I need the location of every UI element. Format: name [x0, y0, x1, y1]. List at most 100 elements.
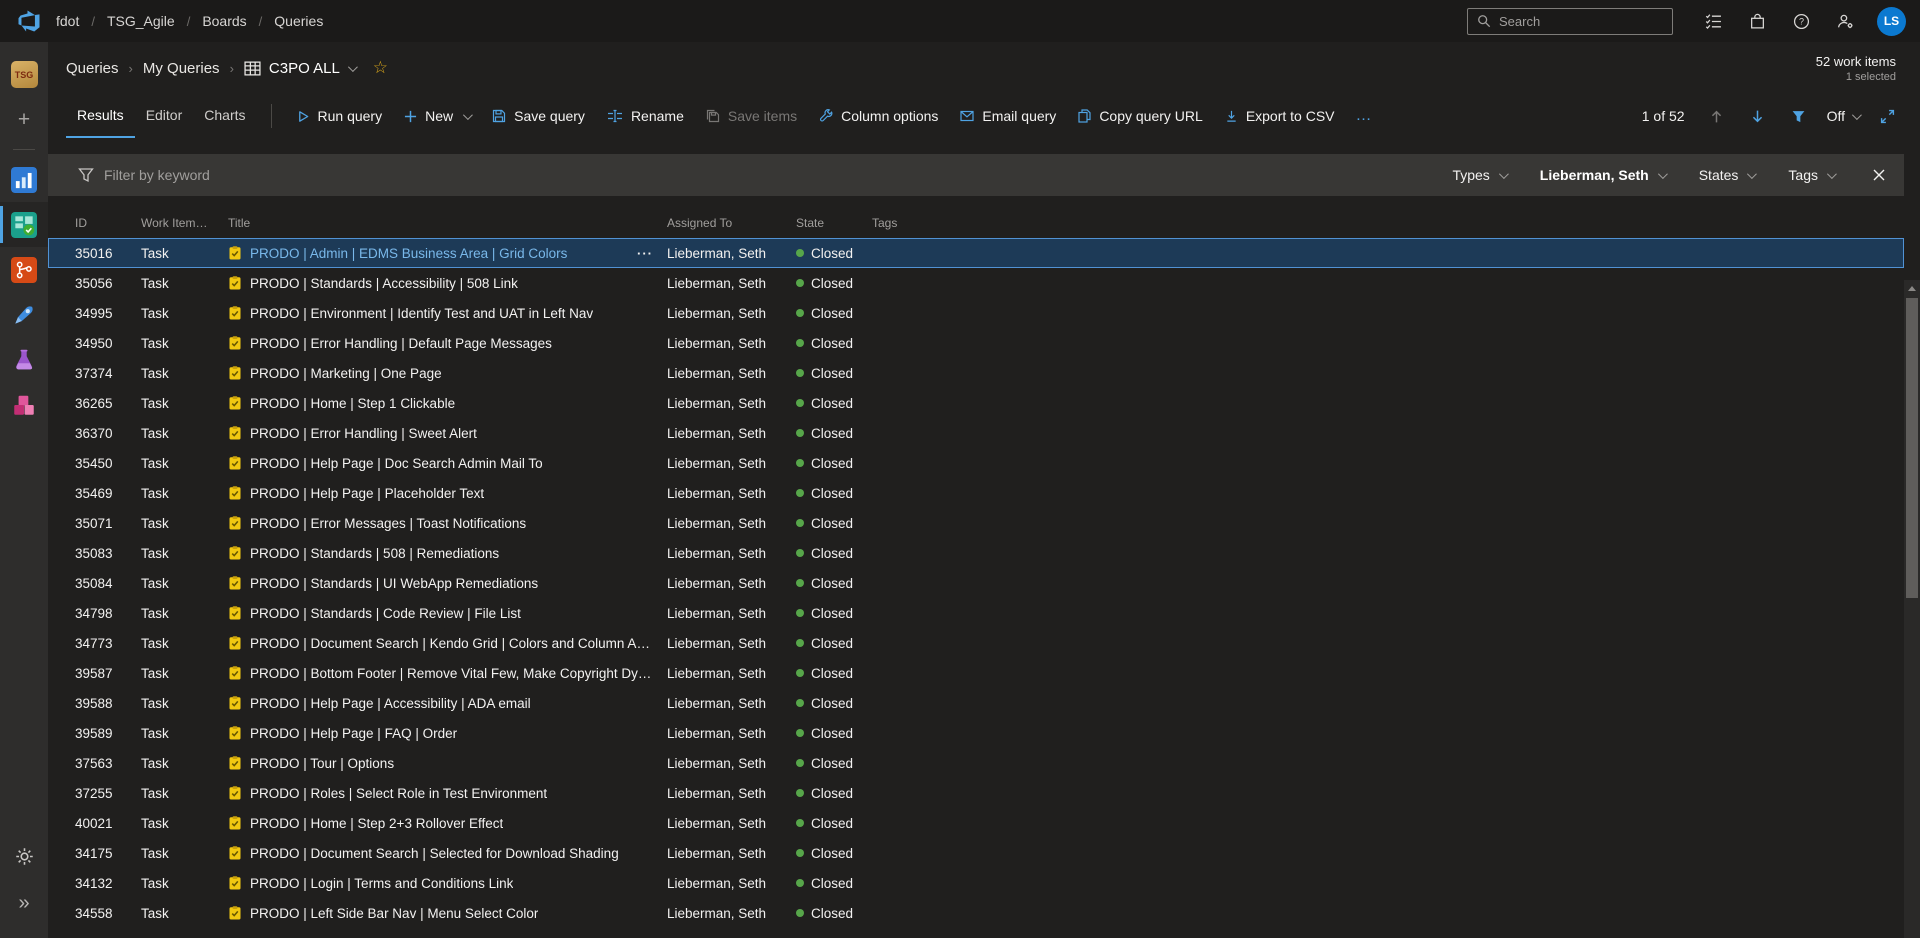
sidebar-item-pipelines[interactable]	[0, 292, 48, 337]
table-row[interactable]: 35056TaskPRODO | Standards | Accessibili…	[48, 268, 1904, 298]
save-items-button[interactable]: Save items	[695, 99, 808, 133]
filter-keyword-input[interactable]	[104, 167, 1452, 183]
column-options-button[interactable]: Column options	[808, 99, 949, 133]
user-settings-icon[interactable]	[1823, 0, 1867, 42]
work-item-title-link[interactable]: PRODO | Document Search | Kendo Grid | C…	[250, 636, 657, 651]
run-query-button[interactable]: Run query	[286, 99, 394, 133]
work-item-title-link[interactable]: PRODO | Home | Step 2+3 Rollover Effect	[250, 816, 503, 831]
sidebar-item-overview[interactable]	[0, 157, 48, 202]
column-header-work-item-type[interactable]: Work Item…	[141, 216, 228, 230]
breadcrumb-org[interactable]: fdot	[56, 13, 79, 29]
queries-link[interactable]: Queries	[66, 60, 119, 77]
work-item-title-link[interactable]: PRODO | Marketing | One Page	[250, 366, 442, 381]
save-query-button[interactable]: Save query	[481, 99, 596, 133]
work-item-title-link[interactable]: PRODO | Help Page | Placeholder Text	[250, 486, 484, 501]
breadcrumb-project[interactable]: TSG_Agile	[107, 13, 175, 29]
breadcrumb-queries[interactable]: Queries	[274, 13, 323, 29]
work-item-title-link[interactable]: PRODO | Standards | 508 | Remediations	[250, 546, 499, 561]
work-item-title-link[interactable]: PRODO | Standards | Code Review | File L…	[250, 606, 521, 621]
my-queries-link[interactable]: My Queries	[143, 60, 220, 77]
table-row[interactable]: 34798TaskPRODO | Standards | Code Review…	[48, 598, 1904, 628]
filter-states-dropdown[interactable]: States	[1699, 167, 1755, 183]
table-row[interactable]: 34995TaskPRODO | Environment | Identify …	[48, 298, 1904, 328]
filter-funnel-icon[interactable]	[1786, 103, 1812, 129]
rename-button[interactable]: Rename	[596, 99, 695, 133]
tab-results[interactable]: Results	[66, 94, 135, 138]
work-item-title-link[interactable]: PRODO | Error Messages | Toast Notificat…	[250, 516, 526, 531]
row-context-menu-button[interactable]: ···	[633, 246, 657, 261]
more-actions-button[interactable]: …	[1346, 107, 1384, 125]
breadcrumb-boards[interactable]: Boards	[202, 13, 246, 29]
sidebar-item-repos[interactable]	[0, 247, 48, 292]
work-item-title-link[interactable]: PRODO | Error Handling | Default Page Me…	[250, 336, 552, 351]
sidebar-item-artifacts[interactable]	[0, 382, 48, 427]
sidebar-item-add[interactable]: +	[0, 97, 48, 142]
email-query-button[interactable]: Email query	[949, 99, 1067, 133]
scroll-up-arrow-icon[interactable]	[1904, 280, 1920, 296]
copy-query-url-button[interactable]: Copy query URL	[1067, 99, 1214, 133]
table-row[interactable]: 36370TaskPRODO | Error Handling | Sweet …	[48, 418, 1904, 448]
table-row[interactable]: 34175TaskPRODO | Document Search | Selec…	[48, 838, 1904, 868]
query-name-dropdown[interactable]: C3PO ALL	[244, 60, 355, 77]
work-item-title-link[interactable]: PRODO | Help Page | Doc Search Admin Mai…	[250, 456, 543, 471]
new-button[interactable]: New	[393, 99, 481, 133]
project-settings-gear-icon[interactable]	[0, 834, 48, 879]
expand-sidebar-icon[interactable]: »	[0, 881, 48, 926]
table-row[interactable]: 34132TaskPRODO | Login | Terms and Condi…	[48, 868, 1904, 898]
work-item-title-link[interactable]: PRODO | Left Side Bar Nav | Menu Select …	[250, 906, 538, 921]
table-row[interactable]: 39589TaskPRODO | Help Page | FAQ | Order…	[48, 718, 1904, 748]
table-row[interactable]: 35469TaskPRODO | Help Page | Placeholder…	[48, 478, 1904, 508]
work-item-title-link[interactable]: PRODO | Admin | EDMS Business Area | Gri…	[250, 246, 567, 261]
azure-devops-logo-icon[interactable]	[16, 8, 42, 34]
filter-tags-dropdown[interactable]: Tags	[1788, 167, 1834, 183]
table-row[interactable]: 35084TaskPRODO | Standards | UI WebApp R…	[48, 568, 1904, 598]
work-item-title-link[interactable]: PRODO | Error Handling | Sweet Alert	[250, 426, 477, 441]
global-search-box[interactable]	[1467, 8, 1673, 35]
table-row[interactable]: 39587TaskPRODO | Bottom Footer | Remove …	[48, 658, 1904, 688]
global-search-input[interactable]	[1499, 14, 1675, 29]
table-row[interactable]: 36265TaskPRODO | Home | Step 1 Clickable…	[48, 388, 1904, 418]
sidebar-item-project[interactable]: TSG	[0, 52, 48, 97]
table-row[interactable]: 35450TaskPRODO | Help Page | Doc Search …	[48, 448, 1904, 478]
work-item-title-link[interactable]: PRODO | Environment | Identify Test and …	[250, 306, 593, 321]
table-row[interactable]: 35083TaskPRODO | Standards | 508 | Remed…	[48, 538, 1904, 568]
work-item-title-link[interactable]: PRODO | Home | Step 1 Clickable	[250, 396, 455, 411]
work-item-title-link[interactable]: PRODO | Document Search | Selected for D…	[250, 846, 619, 861]
sidebar-item-boards[interactable]	[0, 202, 48, 247]
table-row[interactable]: 34773TaskPRODO | Document Search | Kendo…	[48, 628, 1904, 658]
close-filter-icon[interactable]	[1872, 168, 1886, 182]
column-header-id[interactable]: ID	[48, 216, 141, 230]
vertical-scrollbar[interactable]	[1904, 280, 1920, 938]
table-row[interactable]: 37255TaskPRODO | Roles | Select Role in …	[48, 778, 1904, 808]
work-item-title-link[interactable]: PRODO | Help Page | Accessibility | ADA …	[250, 696, 531, 711]
table-row[interactable]: 34950TaskPRODO | Error Handling | Defaul…	[48, 328, 1904, 358]
live-updates-toggle[interactable]: Off	[1827, 108, 1859, 124]
previous-item-arrow-icon[interactable]	[1704, 103, 1730, 129]
export-to-csv-button[interactable]: Export to CSV	[1214, 99, 1346, 133]
tab-editor[interactable]: Editor	[135, 94, 194, 138]
work-item-title-link[interactable]: PRODO | Help Page | FAQ | Order	[250, 726, 457, 741]
task-list-icon[interactable]	[1691, 0, 1735, 42]
fullscreen-icon[interactable]	[1874, 103, 1900, 129]
work-item-title-link[interactable]: PRODO | Standards | Accessibility | 508 …	[250, 276, 518, 291]
column-header-assigned-to[interactable]: Assigned To	[667, 216, 796, 230]
table-row[interactable]: 37374TaskPRODO | Marketing | One PageLie…	[48, 358, 1904, 388]
table-row[interactable]: 40021TaskPRODO | Home | Step 2+3 Rollove…	[48, 808, 1904, 838]
work-item-title-link[interactable]: PRODO | Bottom Footer | Remove Vital Few…	[250, 666, 657, 681]
column-header-title[interactable]: Title	[228, 216, 667, 230]
table-row[interactable]: 34558TaskPRODO | Left Side Bar Nav | Men…	[48, 898, 1904, 928]
favorite-star-icon[interactable]: ☆	[373, 58, 388, 78]
column-header-tags[interactable]: Tags	[872, 216, 1904, 230]
work-item-title-link[interactable]: PRODO | Tour | Options	[250, 756, 394, 771]
sidebar-item-test-plans[interactable]	[0, 337, 48, 382]
table-row[interactable]: 39588TaskPRODO | Help Page | Accessibili…	[48, 688, 1904, 718]
next-item-arrow-icon[interactable]	[1745, 103, 1771, 129]
help-icon[interactable]: ?	[1779, 0, 1823, 42]
marketplace-bag-icon[interactable]	[1735, 0, 1779, 42]
scrollbar-thumb[interactable]	[1906, 298, 1918, 598]
user-avatar[interactable]: LS	[1877, 7, 1906, 36]
column-header-state[interactable]: State	[796, 216, 872, 230]
tab-charts[interactable]: Charts	[193, 94, 256, 138]
work-item-title-link[interactable]: PRODO | Roles | Select Role in Test Envi…	[250, 786, 547, 801]
filter-assigned-to-dropdown[interactable]: Lieberman, Seth	[1540, 167, 1665, 183]
